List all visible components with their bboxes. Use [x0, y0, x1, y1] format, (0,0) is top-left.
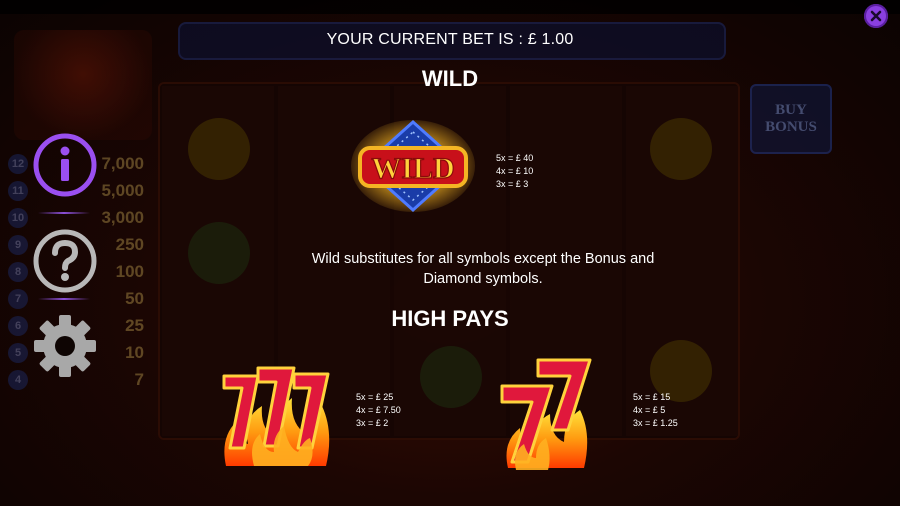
top-strip — [0, 0, 900, 14]
lemon-symbol — [650, 118, 712, 180]
menu-divider — [38, 212, 90, 214]
current-bet-text: YOUR CURRENT BET IS : £ 1.00 — [326, 31, 574, 48]
wild-symbol: WILD — [350, 118, 476, 218]
wild-pay-list: 5x = £ 40 4x = £ 10 3x = £ 3 — [496, 152, 533, 191]
description-line: Diamond symbols. — [423, 271, 543, 287]
triple-seven-pay-list: 5x = £ 25 4x = £ 7.50 3x = £ 2 — [356, 391, 401, 430]
wild-description: Wild substitutes for all symbols except … — [200, 249, 766, 289]
buy-bonus-button: BUY BONUS — [750, 84, 832, 154]
double-seven-symbol — [494, 348, 620, 474]
help-button[interactable] — [30, 226, 100, 296]
triple-seven-symbol — [214, 348, 340, 474]
pay-line: 3x = £ 3 — [496, 179, 529, 189]
wild-symbol-label: WILD — [371, 152, 454, 185]
pay-line: 5x = £ 25 — [356, 392, 394, 402]
watermelon-symbol — [420, 346, 482, 408]
pay-line: 4x = £ 7.50 — [356, 405, 401, 415]
pay-line: 3x = £ 1.25 — [633, 418, 678, 428]
double-seven-pay-list: 5x = £ 15 4x = £ 5 3x = £ 1.25 — [633, 391, 678, 430]
pay-line: 5x = £ 15 — [633, 392, 671, 402]
pay-line: 4x = £ 10 — [496, 166, 534, 176]
info-button[interactable] — [30, 130, 100, 200]
wild-section-title: WILD — [421, 66, 479, 91]
question-icon — [33, 229, 97, 293]
pay-line: 3x = £ 2 — [356, 418, 389, 428]
close-button[interactable] — [864, 4, 888, 28]
pay-line: 5x = £ 40 — [496, 153, 534, 163]
high-pays-title: HIGH PAYS — [391, 306, 509, 331]
close-icon — [870, 10, 882, 22]
info-icon — [33, 133, 97, 197]
menu-divider — [38, 298, 90, 300]
pay-line: 4x = £ 5 — [633, 405, 666, 415]
description-line: Wild substitutes for all symbols except … — [311, 251, 655, 267]
lemon-symbol — [188, 118, 250, 180]
